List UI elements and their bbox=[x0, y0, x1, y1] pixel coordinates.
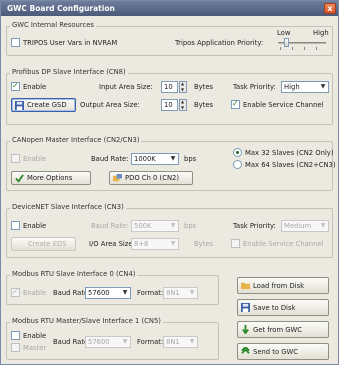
chevron-down-icon: ▼ bbox=[170, 222, 176, 229]
arrow-down-icon bbox=[242, 325, 249, 334]
max64-label: Max 64 Slaves (CN2+CN3) bbox=[245, 161, 336, 169]
modbus1-title: Modbus RTU Master/Slave Interface 1 (CN5… bbox=[10, 317, 163, 325]
checkmark-icon bbox=[15, 174, 24, 183]
floppy-icon bbox=[15, 101, 24, 110]
tripos-priority-label: Tripos Application Priority: bbox=[175, 39, 264, 47]
output-area-spinner[interactable] bbox=[179, 99, 187, 111]
canopen-bps-label: bps bbox=[184, 155, 197, 163]
chevron-down-icon: ▼ bbox=[170, 155, 176, 162]
devicenet-baud-label: Baud Rate: bbox=[91, 222, 129, 230]
modbus1-master-label: Master bbox=[23, 344, 47, 352]
save-to-disk-button[interactable]: Save to Disk bbox=[237, 299, 329, 316]
close-button[interactable]: x bbox=[324, 3, 336, 14]
io-bytes-label: Bytes bbox=[194, 240, 214, 248]
chevron-down-icon: ▼ bbox=[122, 338, 128, 345]
max32-radio[interactable] bbox=[233, 148, 242, 157]
input-area-field[interactable]: 10 bbox=[161, 81, 178, 93]
input-area-label: Input Area Size: bbox=[99, 83, 153, 91]
input-bytes-label: Bytes bbox=[194, 83, 214, 91]
devicenet-service-channel-checkbox[interactable] bbox=[231, 239, 240, 248]
slider-tick bbox=[280, 47, 281, 50]
profibus-title: Profibus DP Slave Interface (CN8) bbox=[10, 68, 128, 76]
get-from-gwc-button[interactable]: Get from GWC bbox=[237, 321, 329, 338]
devicenet-enable-checkbox[interactable] bbox=[11, 221, 20, 230]
slider-tick bbox=[304, 47, 305, 50]
pdo-icon bbox=[113, 174, 122, 182]
modbus1-enable-label: Enable bbox=[23, 332, 47, 340]
canopen-enable-label: Enable bbox=[23, 155, 47, 163]
chevron-down-icon: ▼ bbox=[189, 289, 195, 296]
io-area-label: I/O Area Size: bbox=[89, 240, 135, 248]
gwc-config-window: GWC Board Configuration x GWC Internal R… bbox=[0, 0, 339, 365]
devicenet-task-priority-label: Task Priority: bbox=[233, 222, 276, 230]
canopen-title: CANopen Master Interface (CN2/CN3) bbox=[10, 136, 142, 144]
load-from-disk-button[interactable]: Load from Disk bbox=[237, 277, 329, 294]
create-eds-button[interactable]: Create EDS bbox=[11, 237, 76, 251]
tripos-vars-checkbox[interactable] bbox=[11, 38, 20, 47]
profibus-service-channel-checkbox[interactable] bbox=[231, 99, 240, 109]
floppy-icon bbox=[241, 303, 250, 312]
profibus-enable-checkbox[interactable] bbox=[11, 81, 20, 91]
window-title: GWC Board Configuration bbox=[7, 4, 115, 13]
modbus1-format-label: Format: bbox=[137, 338, 164, 346]
max32-label: Max 32 Slaves (CN2 Only) bbox=[245, 149, 334, 157]
chevron-down-icon: ▼ bbox=[320, 83, 326, 90]
slider-thumb[interactable] bbox=[284, 38, 290, 47]
modbus0-format-label: Format: bbox=[137, 289, 164, 297]
send-to-gwc-button[interactable]: Send to GWC bbox=[237, 343, 329, 360]
internal-resources-title: GWC Internal Resources bbox=[10, 21, 96, 29]
chevron-down-icon: ▼ bbox=[320, 222, 326, 229]
folder-icon bbox=[241, 282, 250, 290]
chevron-down-icon: ▼ bbox=[189, 338, 195, 345]
title-bar[interactable]: GWC Board Configuration x bbox=[1, 1, 338, 16]
modbus0-enable-checkbox[interactable] bbox=[11, 287, 20, 297]
modbus0-title: Modbus RTU Slave Interface 0 (CN4) bbox=[10, 270, 138, 278]
task-priority-label: Task Priority: bbox=[233, 83, 276, 91]
canopen-baud-label: Baud Rate: bbox=[91, 155, 129, 163]
chevron-down-icon: ▼ bbox=[170, 240, 176, 247]
canopen-enable-checkbox[interactable] bbox=[11, 154, 20, 163]
more-options-button[interactable]: More Options bbox=[11, 171, 91, 185]
modbus0-enable-label: Enable bbox=[23, 289, 47, 297]
pdo-button[interactable]: PDO Ch 0 (CN2) bbox=[109, 171, 193, 185]
devicenet-bps-label: bps bbox=[184, 222, 197, 230]
profibus-service-channel-label: Enable Service Channel bbox=[243, 101, 324, 109]
slider-tick bbox=[292, 47, 293, 50]
priority-high-label: High bbox=[313, 29, 329, 37]
devicenet-service-channel-label: Enable Service Channel bbox=[243, 240, 324, 248]
priority-low-label: Low bbox=[277, 29, 291, 37]
output-bytes-label: Bytes bbox=[194, 101, 214, 109]
slider-tick bbox=[316, 47, 317, 50]
output-area-field[interactable]: 10 bbox=[161, 99, 178, 111]
input-area-spinner[interactable] bbox=[179, 81, 187, 93]
output-area-label: Output Area Size: bbox=[80, 101, 140, 109]
tripos-vars-label: TRIPOS User Vars in NVRAM bbox=[23, 39, 118, 47]
profibus-enable-label: Enable bbox=[23, 83, 47, 91]
create-gsd-button[interactable]: Create GSD bbox=[11, 98, 76, 112]
modbus1-enable-checkbox[interactable] bbox=[11, 331, 20, 340]
modbus1-master-checkbox[interactable] bbox=[11, 343, 20, 352]
devicenet-title: DeviceNET Slave Interface (CN3) bbox=[10, 203, 126, 211]
devicenet-enable-label: Enable bbox=[23, 222, 47, 230]
max64-radio[interactable] bbox=[233, 160, 242, 169]
send-arrows-icon bbox=[241, 347, 250, 354]
chevron-down-icon: ▼ bbox=[122, 289, 128, 296]
